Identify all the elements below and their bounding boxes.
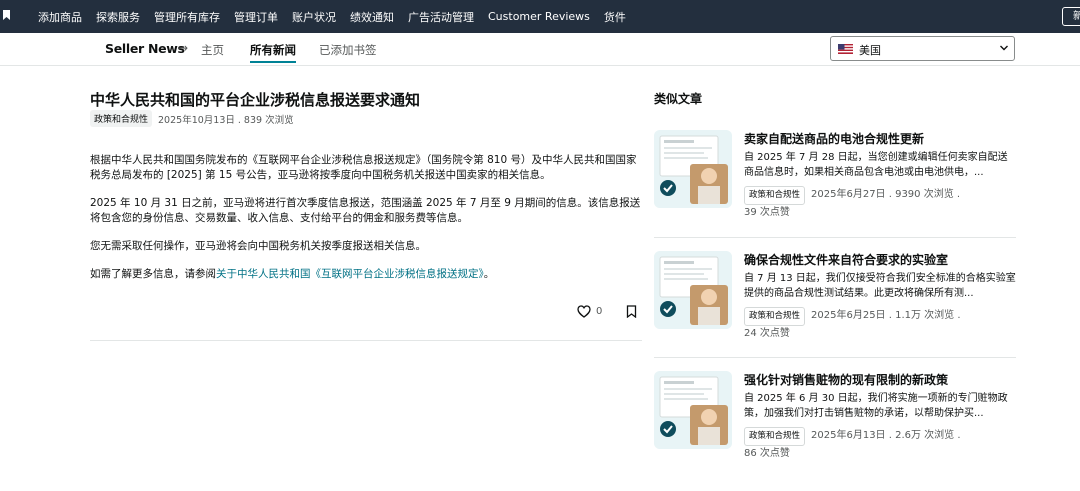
thumbnail-illustration — [654, 371, 732, 449]
divider — [654, 357, 1016, 358]
tab-home[interactable]: 主页 — [201, 42, 224, 58]
arrow-right-icon: → — [178, 41, 189, 55]
like-count: 0 — [596, 306, 603, 317]
nav-performance-notifications[interactable]: 绩效通知 — [350, 9, 394, 25]
nav-add-product[interactable]: 添加商品 — [38, 9, 82, 25]
card-meta: 政策和合规性 2025年6月25日 . 1.1万 次浏览 . 24 次点赞 — [744, 307, 1016, 341]
card-meta: 政策和合规性 2025年6月13日 . 2.6万 次浏览 . 86 次点赞 — [744, 427, 1016, 461]
article-paragraph: 根据中华人民共和国国务院发布的《互联网平台企业涉税信息报送规定》（国务院令第 8… — [90, 154, 637, 181]
nav-account-health[interactable]: 账户状况 — [292, 9, 336, 25]
card-date-views: 2025年6月25日 . 1.1万 次浏览 . — [811, 310, 961, 321]
nav-manage-inventory[interactable]: 管理所有库存 — [154, 9, 220, 25]
top-right-button[interactable]: 新 — [1062, 7, 1080, 26]
article-thumbnail[interactable] — [654, 130, 732, 208]
tab-all-news[interactable]: 所有新闻 — [250, 42, 296, 63]
more-info-suffix: 。 — [483, 268, 495, 280]
seller-news-subnav: Seller News → 主页 所有新闻 已添加书签 美国 — [0, 33, 1080, 66]
card-likes: 86 次点赞 — [744, 448, 790, 459]
regulation-link[interactable]: 关于中华人民共和国《互联网平台企业涉税信息报送规定》 — [216, 268, 484, 280]
divider — [654, 237, 1016, 238]
nav-explore-services[interactable]: 探索服务 — [96, 9, 140, 25]
similar-article-card[interactable]: 强化针对销售赃物的现有限制的新政策 自 2025 年 6 月 30 日起，我们将… — [654, 371, 1016, 491]
top-nav-items: 添加商品 探索服务 管理所有库存 管理订单 账户状况 绩效通知 广告活动管理 C… — [38, 0, 626, 33]
article-meta: 政策和合规性 2025年10月13日 . 839 次浏览 — [90, 110, 294, 127]
card-description: 自 2025 年 7 月 28 日起，当您创建或编辑任何卖家自配送商品信息时，如… — [744, 152, 1008, 178]
article-paragraph: 您无需采取任何操作，亚马逊将会向中国税务机关按季度报送相关信息。 — [90, 240, 426, 252]
us-flag-icon — [838, 44, 853, 54]
article-paragraph: 2025 年 10 月 31 日之前，亚马逊将进行首次季度信息报送，范围涵盖 2… — [90, 197, 641, 224]
article-thumbnail[interactable] — [654, 371, 732, 449]
article-more-info: 如需了解更多信息，请参阅关于中华人民共和国《互联网平台企业涉税信息报送规定》。 — [90, 267, 642, 282]
thumbnail-illustration — [654, 130, 732, 208]
article-title: 中华人民共和国的平台企业涉税信息报送要求通知 — [90, 91, 421, 109]
article-date-views: 2025年10月13日 . 839 次浏览 — [158, 114, 294, 126]
nav-shipments[interactable]: 货件 — [604, 9, 626, 25]
category-badge[interactable]: 政策和合规性 — [744, 427, 806, 446]
nav-manage-orders[interactable]: 管理订单 — [234, 9, 278, 25]
thumbnail-illustration — [654, 251, 732, 329]
country-label: 美国 — [859, 44, 881, 57]
card-meta: 政策和合规性 2025年6月27日 . 9390 次浏览 . 39 次点赞 — [744, 186, 1016, 220]
bookmark-icon[interactable] — [626, 305, 637, 318]
top-navigation-bar: 添加商品 探索服务 管理所有库存 管理订单 账户状况 绩效通知 广告活动管理 C… — [0, 0, 1080, 33]
bookmark-menu-icon[interactable] — [3, 10, 10, 20]
similar-article-card[interactable]: 确保合规性文件来自符合要求的实验室 自 7 月 13 日起，我们仅接受符合我们安… — [654, 251, 1016, 371]
nav-customer-reviews[interactable]: Customer Reviews — [488, 10, 590, 23]
country-selector[interactable]: 美国 — [830, 36, 1015, 61]
tab-bookmarked[interactable]: 已添加书签 — [319, 42, 377, 58]
category-badge[interactable]: 政策和合规性 — [744, 307, 806, 326]
category-badge[interactable]: 政策和合规性 — [90, 110, 153, 127]
category-badge[interactable]: 政策和合规性 — [744, 186, 806, 205]
card-title[interactable]: 强化针对销售赃物的现有限制的新政策 — [744, 371, 948, 388]
card-title[interactable]: 卖家自配送商品的电池合规性更新 — [744, 130, 924, 147]
card-description: 自 2025 年 6 月 30 日起，我们将实施一项新的专门赃物政策，加强我们对… — [744, 393, 1008, 419]
seller-news-logo[interactable]: Seller News — [105, 41, 185, 56]
nav-campaign-manager[interactable]: 广告活动管理 — [408, 9, 474, 25]
heart-icon[interactable] — [577, 305, 591, 318]
more-info-prefix: 如需了解更多信息，请参阅 — [90, 268, 216, 280]
similar-articles-heading: 类似文章 — [654, 92, 703, 106]
card-description: 自 7 月 13 日起，我们仅接受符合我们安全标准的合格实验室提供的商品合规性测… — [744, 273, 1016, 299]
card-title[interactable]: 确保合规性文件来自符合要求的实验室 — [744, 251, 948, 268]
card-likes: 24 次点赞 — [744, 328, 790, 339]
card-date-views: 2025年6月13日 . 2.6万 次浏览 . — [811, 430, 961, 441]
similar-article-card[interactable]: 卖家自配送商品的电池合规性更新 自 2025 年 7 月 28 日起，当您创建或… — [654, 130, 1016, 250]
divider — [90, 340, 642, 341]
card-likes: 39 次点赞 — [744, 207, 790, 218]
article-thumbnail[interactable] — [654, 251, 732, 329]
card-date-views: 2025年6月27日 . 9390 次浏览 . — [811, 189, 961, 200]
article-actions: 0 — [577, 305, 637, 318]
chevron-down-icon — [1000, 45, 1008, 51]
